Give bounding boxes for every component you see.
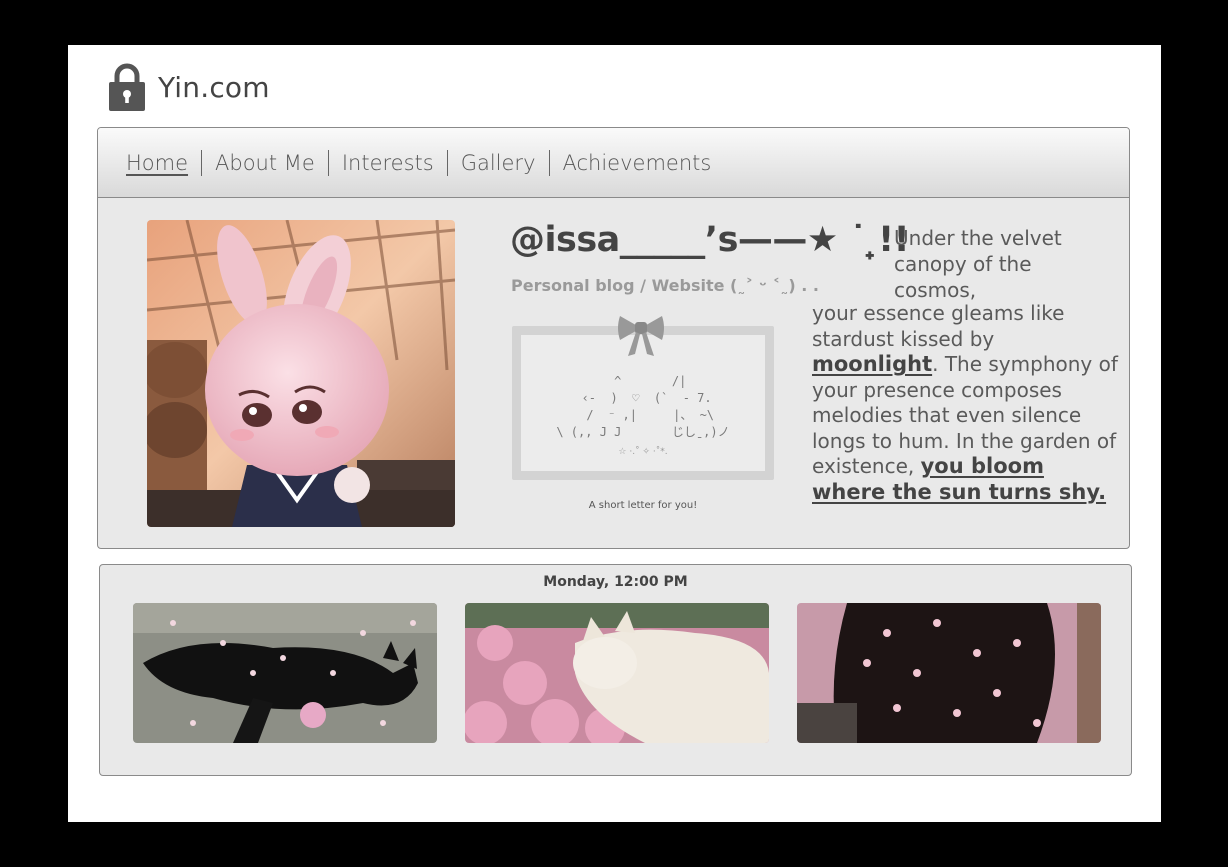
gallery-photo-hair-petals[interactable] [797, 603, 1101, 743]
gallery-photo-black-cat[interactable] [133, 603, 437, 743]
nav-divider [201, 149, 203, 176]
letter-stars: ☆ ·.˚ ✧ ·˚*. [618, 447, 668, 457]
nav-divider [548, 149, 550, 176]
poem-text: your essence gleams like stardust kissed… [812, 301, 1065, 351]
site-brand[interactable]: Yin.com [108, 63, 270, 111]
letter-caption: A short letter for you! [588, 500, 698, 511]
letter-card[interactable]: ^ /| ‹- ) ♡ (` - 7. / ⁻ ,| |、 ~\ \ (,, J… [512, 316, 774, 480]
nav-gallery[interactable]: Gallery [461, 151, 536, 175]
profile-photo-bunny [147, 220, 455, 527]
gallery-photo-white-cat[interactable] [465, 603, 769, 743]
profile-subtitle: Personal blog / Website (˷˃ ᵕ ˂˷) . . [511, 276, 819, 295]
lock-icon [109, 63, 145, 111]
profile-panel: Home About Me Interests Gallery Achievem… [97, 127, 1130, 549]
nav-about-me[interactable]: About Me [215, 151, 315, 175]
poem-body: your essence gleams like stardust kissed… [812, 235, 1122, 505]
letter-ascii-art: ^ /| ‹- ) ♡ (` - 7. / ⁻ ,| |、 ~\ \ (,, J… [556, 374, 730, 439]
nav-interests[interactable]: Interests [342, 151, 434, 175]
site-title: Yin.com [158, 70, 270, 104]
poem-highlight-moonlight: moonlight [812, 352, 933, 376]
gallery-panel: Monday, 12:00 PM [99, 564, 1132, 776]
nav-divider [446, 149, 448, 176]
ribbon-bow-icon [618, 316, 664, 356]
nav-home[interactable]: Home [126, 151, 188, 175]
page: Yin.com Home About Me Interests Gallery … [68, 45, 1161, 822]
top-nav: Home About Me Interests Gallery Achievem… [98, 128, 1129, 198]
nav-achievements[interactable]: Achievements [563, 151, 712, 175]
nav-divider [327, 149, 329, 176]
timestamp: Monday, 12:00 PM [543, 574, 688, 590]
